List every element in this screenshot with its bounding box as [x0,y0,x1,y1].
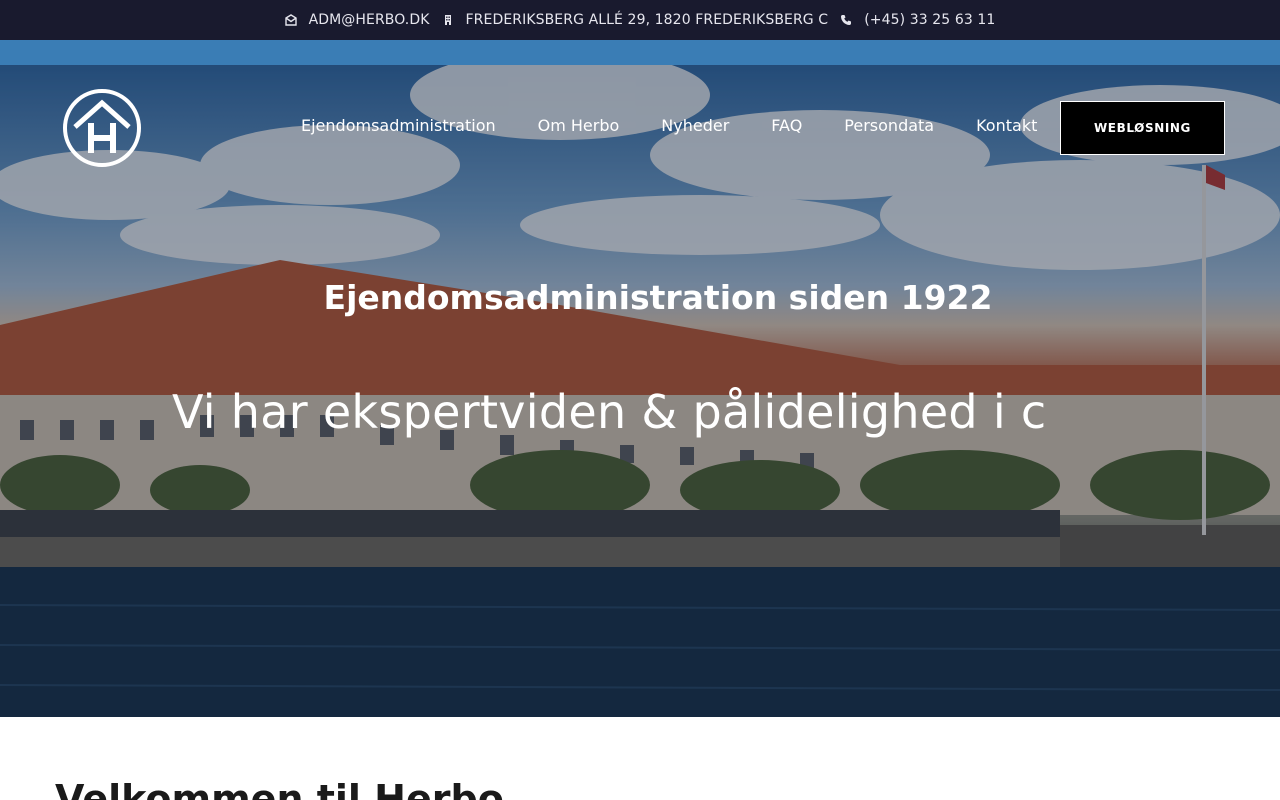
contact-email-text[interactable]: ADM@HERBO.DK [309,12,430,28]
main-navigation: Ejendomsadministration Om Herbo Nyheder … [280,116,1058,135]
accent-stripe [0,40,1280,65]
envelope-icon [284,14,297,26]
hero-section: Ejendomsadministration Om Herbo Nyheder … [0,65,1280,717]
top-contact-bar: ADM@HERBO.DK FREDERIKSBERG ALLÉ 29, 1820… [0,0,1280,40]
nav-item-kontakt[interactable]: Kontakt [976,116,1037,135]
welcome-heading: Velkommen til Herbo [55,777,504,800]
nav-item-om-herbo[interactable]: Om Herbo [538,116,620,135]
hero-title: Ejendomsadministration siden 1922 [323,278,993,317]
phone-icon [841,15,852,25]
contact-phone[interactable]: (+45) 33 25 63 11 [840,12,995,28]
house-h-logo[interactable] [61,87,143,169]
contact-phone-text[interactable]: (+45) 33 25 63 11 [864,12,995,28]
hero-subtitle: Vi har ekspertviden & pålidelighed i c [172,385,1047,439]
nav-item-persondata[interactable]: Persondata [844,116,934,135]
building-icon [444,15,451,25]
nav-item-faq[interactable]: FAQ [771,116,802,135]
contact-address: FREDERIKSBERG ALLÉ 29, 1820 FREDERIKSBER… [442,12,829,28]
contact-address-text: FREDERIKSBERG ALLÉ 29, 1820 FREDERIKSBER… [465,12,829,28]
nav-item-ejendomsadministration[interactable]: Ejendomsadministration [301,116,496,135]
weblosning-button[interactable]: WEBLØSNING [1060,101,1225,155]
nav-item-nyheder[interactable]: Nyheder [661,116,729,135]
contact-email[interactable]: ADM@HERBO.DK [284,12,430,28]
